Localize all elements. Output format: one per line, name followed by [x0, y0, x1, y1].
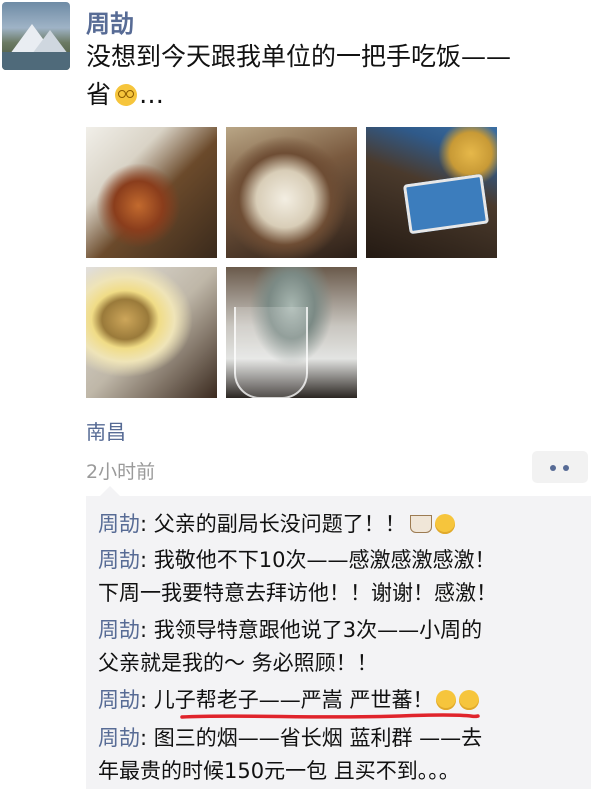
- comment-sep: :: [140, 726, 154, 750]
- food-photo-2[interactable]: [226, 127, 357, 258]
- more-dots-icon: [550, 465, 556, 471]
- smile-icon: [434, 514, 455, 534]
- comment-text: 儿子帮老子——严嵩 严世蕃！: [153, 688, 434, 712]
- comment-text: 父亲就是我的～ 务必照顾！！: [98, 651, 378, 675]
- more-dots-icon: [563, 465, 569, 471]
- post-text-line2: 省: [86, 80, 112, 109]
- food-photo-1[interactable]: [86, 127, 217, 258]
- smile-icon: [436, 690, 457, 710]
- comment-3[interactable]: 周劼: 我领导特意跟他说了3次——小周的 父亲就是我的～ 务必照顾！！: [98, 614, 482, 680]
- comment-author[interactable]: 周劼: [98, 618, 140, 642]
- comment-text: 年最贵的时候150元一包 且买不到。。。: [98, 759, 460, 783]
- comment-author[interactable]: 周劼: [98, 548, 140, 572]
- comment-sep: :: [140, 512, 154, 536]
- post-time: 2小时前: [86, 461, 156, 483]
- comment-section: 周劼: 父亲的副局长没问题了！！ 周劼: 我敬他不下10次——感激感激感激！ 下…: [86, 496, 591, 789]
- tea-cup-icon: [409, 515, 432, 533]
- post-location[interactable]: 南昌: [86, 416, 126, 445]
- comment-pointer: [100, 486, 120, 496]
- post-author-name[interactable]: 周劼: [86, 4, 134, 39]
- comment-sep: :: [140, 688, 154, 712]
- cigarette-box: [402, 173, 490, 235]
- glass-photo[interactable]: [226, 267, 357, 398]
- comment-sep: :: [140, 618, 154, 642]
- mountain-peak-secondary: [32, 30, 68, 54]
- comment-author[interactable]: 周劼: [98, 726, 140, 750]
- comment-author[interactable]: 周劼: [98, 512, 140, 536]
- red-underline: [180, 713, 480, 719]
- wine-glass: [234, 307, 308, 398]
- comment-1[interactable]: 周劼: 父亲的副局长没问题了！！: [98, 508, 455, 541]
- comment-text: 图三的烟——省长烟 蓝利群 ——去: [153, 726, 483, 750]
- underline-stroke: [180, 713, 480, 719]
- author-avatar[interactable]: [2, 2, 70, 70]
- lake: [2, 52, 70, 70]
- comment-text: 父亲的副局长没问题了！！: [153, 512, 406, 536]
- comment-author[interactable]: 周劼: [98, 688, 140, 712]
- comment-text: 我敬他不下10次——感激感激感激！: [153, 548, 496, 572]
- more-button[interactable]: [532, 451, 588, 483]
- post-text: 没想到今天跟我单位的一把手吃饭—— 省 …: [86, 38, 591, 114]
- comment-text: 我领导特意跟他说了3次——小周的: [153, 618, 483, 642]
- comment-2[interactable]: 周劼: 我敬他不下10次——感激感激感激！ 下周一我要特意去拜访他！！谢谢！感激…: [98, 544, 497, 610]
- comment-5[interactable]: 周劼: 图三的烟——省长烟 蓝利群 ——去 年最贵的时候150元一包 且买不到。…: [98, 722, 482, 788]
- post-text-line1: 没想到今天跟我单位的一把手吃饭——: [86, 42, 512, 71]
- comment-sep: :: [140, 548, 154, 572]
- smile-icon: [459, 690, 480, 710]
- comment-text: 下周一我要特意去拜访他！！谢谢！感激！: [98, 581, 497, 605]
- ellipsis: …: [139, 80, 165, 109]
- soup-photo[interactable]: [86, 267, 217, 398]
- dizzy-face-icon: [115, 84, 138, 106]
- cigarette-photo[interactable]: [366, 127, 497, 258]
